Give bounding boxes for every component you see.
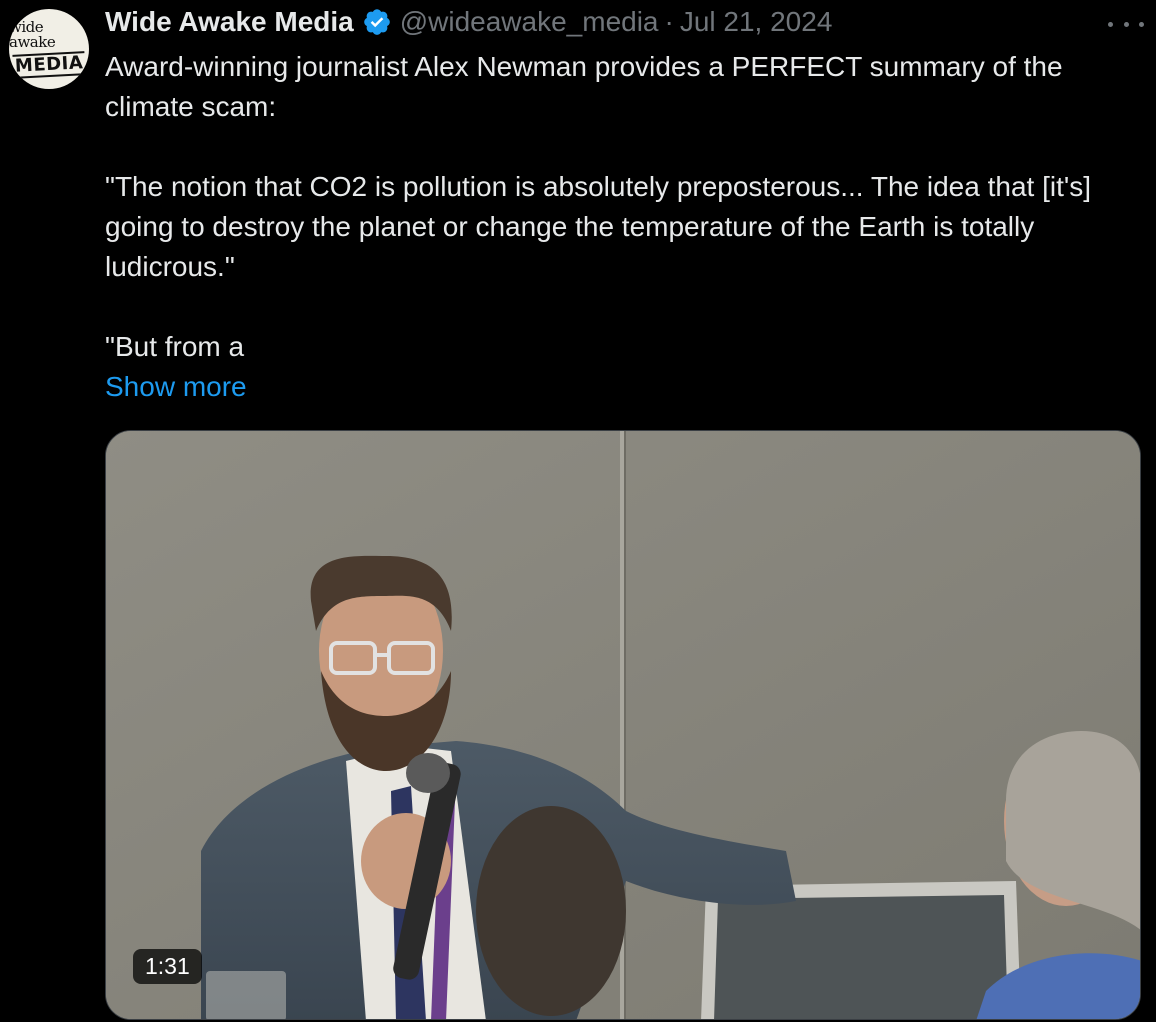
author-handle[interactable]: @wideawake_media — [400, 6, 659, 38]
avatar-logo-top: wide awake — [9, 17, 56, 51]
avatar[interactable]: wide awake MEDIA — [9, 9, 89, 89]
avatar-logo-bottom: MEDIA — [12, 50, 86, 79]
tweet-paragraph: "But from a — [105, 331, 245, 362]
tweet-header: Wide Awake Media @wideawake_media · Jul … — [105, 2, 832, 42]
more-options-icon[interactable] — [1108, 18, 1144, 30]
verified-badge-icon — [363, 9, 390, 35]
tweet-text: Award-winning journalist Alex Newman pro… — [105, 47, 1145, 407]
tweet: wide awake MEDIA Wide Awake Media @widea… — [0, 0, 1156, 1022]
tweet-paragraph: Award-winning journalist Alex Newman pro… — [105, 51, 1063, 122]
separator-dot: · — [664, 6, 674, 37]
display-name[interactable]: Wide Awake Media — [105, 6, 354, 38]
show-more-link[interactable]: Show more — [105, 367, 1145, 407]
tweet-date[interactable]: Jul 21, 2024 — [680, 6, 833, 38]
video-frame — [106, 431, 1140, 1019]
video-player[interactable]: 1:31 — [105, 430, 1141, 1020]
tweet-paragraph: "The notion that CO2 is pollution is abs… — [105, 171, 1091, 282]
video-duration-badge: 1:31 — [133, 949, 202, 984]
